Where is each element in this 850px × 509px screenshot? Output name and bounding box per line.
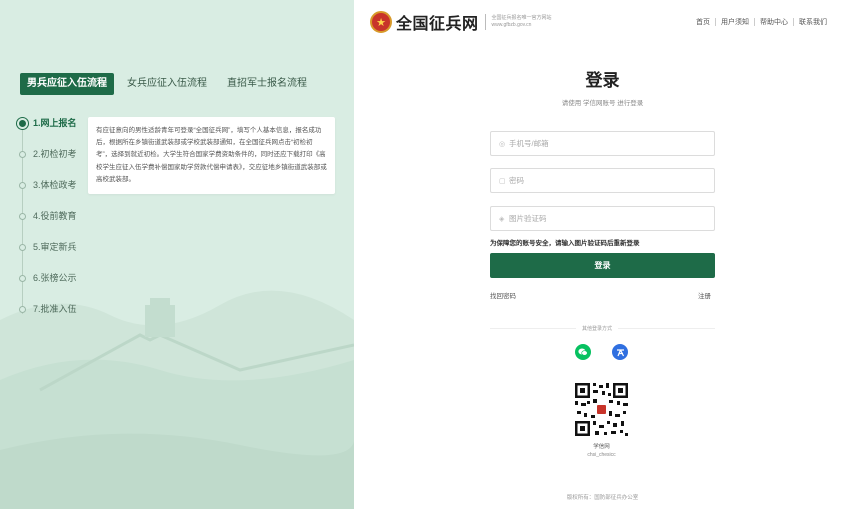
shield-icon: ◈	[499, 215, 505, 223]
tab-sergeant-process[interactable]: 直招军士报名流程	[220, 73, 314, 95]
process-panel: 男兵应征入伍流程 女兵应征入伍流程 直招军士报名流程 1.网上报名 2.初检初考…	[0, 0, 354, 509]
step-online-registration[interactable]: 1.网上报名	[19, 118, 77, 149]
nav-user-notice[interactable]: 用户须知	[716, 17, 754, 27]
login-button[interactable]: 登录	[490, 253, 715, 278]
qr-account-id: chsi_chesicc	[587, 452, 616, 458]
chsi-glyph	[616, 348, 624, 356]
forgot-password-link[interactable]: 找回密码	[490, 290, 516, 300]
step-dot	[19, 244, 26, 251]
step-label: 2.初检初考	[33, 149, 77, 159]
lock-icon: ▢	[499, 177, 506, 185]
nav-contact-us[interactable]: 联系我们	[794, 17, 832, 27]
password-field[interactable]: ▢	[490, 168, 715, 193]
wechat-glyph	[578, 348, 588, 356]
logo-divider	[484, 14, 486, 30]
wechat-icon[interactable]	[575, 344, 591, 360]
register-link[interactable]: 注册	[698, 290, 711, 300]
site-name: 全国征兵网	[396, 16, 479, 33]
login-subtitle: 请使用 学信网账号 进行登录	[561, 100, 644, 107]
process-tabs: 男兵应征入伍流程 女兵应征入伍流程 直招军士报名流程	[20, 73, 320, 95]
other-methods-label: 其他登录方式	[576, 325, 619, 332]
step-label: 1.网上报名	[33, 118, 77, 128]
step-physical-exam[interactable]: 3.体检政考	[19, 180, 77, 211]
step-dot	[19, 182, 26, 189]
password-input[interactable]	[509, 176, 699, 185]
chsi-icon[interactable]	[612, 344, 628, 360]
login-title: 登录	[585, 71, 620, 90]
step-label: 3.体检政考	[33, 180, 77, 190]
step-dot	[19, 306, 26, 313]
user-icon: ◎	[499, 140, 506, 148]
step-recruit-review[interactable]: 5.审定新兵	[19, 242, 77, 273]
site-subtitle: 全国征兵报名唯一官方网站 www.gfbzb.gov.cn	[492, 15, 552, 29]
phone-email-input[interactable]	[509, 139, 699, 148]
top-nav: 首页 用户须知 帮助中心 联系我们	[691, 17, 832, 27]
step-dot	[19, 120, 26, 127]
tab-female-process[interactable]: 女兵应征入伍流程	[120, 73, 214, 95]
qr-code	[573, 381, 630, 438]
qr-account-name: 学信网	[593, 444, 610, 450]
site-subtitle-line2: www.gfbzb.gov.cn	[491, 22, 532, 28]
step-dot	[19, 275, 26, 282]
footer-copyright: 版权所有：国防部征兵办公室	[566, 495, 639, 501]
process-steps: 1.网上报名 2.初检初考 3.体检政考 4.役前教育 5.审定新兵 6.张榜公…	[19, 118, 77, 335]
step-public-notice[interactable]: 6.张榜公示	[19, 273, 77, 304]
nav-help-center[interactable]: 帮助中心	[755, 17, 793, 27]
captcha-input[interactable]	[509, 214, 699, 223]
step-initial-check[interactable]: 2.初检初考	[19, 149, 77, 180]
site-logo[interactable]: ★ 全国征兵网 全国征兵报名唯一官方网站 www.gfbzb.gov.cn	[370, 10, 552, 34]
step-enlistment-approval[interactable]: 7.批准入伍	[19, 304, 77, 335]
phone-email-field[interactable]: ◎	[490, 131, 715, 156]
step-label: 6.张榜公示	[33, 273, 77, 283]
step-label: 5.审定新兵	[33, 242, 77, 252]
step-pre-service-education[interactable]: 4.役前教育	[19, 211, 77, 242]
captcha-field[interactable]: ◈	[490, 206, 715, 231]
nav-home[interactable]: 首页	[691, 17, 715, 27]
site-subtitle-line1: 全国征兵报名唯一官方网站	[491, 15, 552, 21]
step-label: 4.役前教育	[33, 211, 77, 221]
step-description: 有应征意向的男性适龄青年可登录“全国征兵网”，填写个人基本信息，报名成功后，根据…	[88, 117, 335, 195]
national-emblem-icon: ★	[370, 11, 392, 33]
step-dot	[19, 213, 26, 220]
captcha-tip: 为保障您的账号安全，请输入图片验证码后重新登录	[490, 240, 640, 247]
step-dot	[19, 151, 26, 158]
tab-male-process[interactable]: 男兵应征入伍流程	[20, 73, 114, 95]
step-label: 7.批准入伍	[33, 304, 77, 314]
